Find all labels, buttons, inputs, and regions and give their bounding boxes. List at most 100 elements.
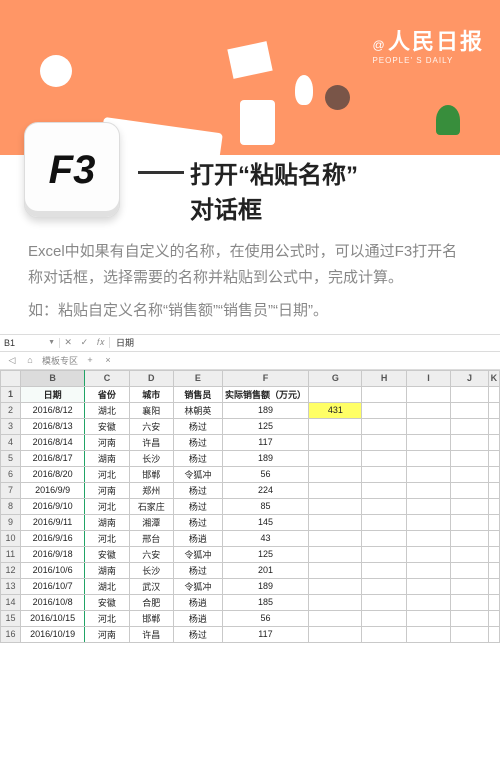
cell[interactable]: 令狐冲 [173,546,222,562]
cell[interactable]: 邯郸 [129,466,173,482]
cell[interactable] [362,402,406,418]
table-row[interactable]: 6 2016/8/20 河北 邯郸 令狐冲 56 [1,466,500,482]
cell[interactable]: 六安 [129,546,173,562]
col-B[interactable]: B [20,370,84,386]
table-row[interactable]: 12 2016/10/6 湖南 长沙 杨过 201 [1,562,500,578]
cell[interactable] [309,530,362,546]
cell[interactable] [406,434,450,450]
cell[interactable] [362,450,406,466]
cell[interactable] [406,626,450,642]
table-row[interactable]: 2 2016/8/12 湖北 襄阳 林朝英 189 431 [1,402,500,418]
row-header[interactable]: 13 [1,578,21,594]
cell[interactable]: 杨过 [173,482,222,498]
table-row[interactable]: 16 2016/10/19 河南 许昌 杨过 117 [1,626,500,642]
cell[interactable] [309,610,362,626]
cell[interactable] [309,498,362,514]
table-row[interactable]: 7 2016/9/9 河南 郑州 杨过 224 [1,482,500,498]
cell[interactable] [309,594,362,610]
cell[interactable] [488,594,499,610]
table-row[interactable]: 11 2016/9/18 安徽 六安 令狐冲 125 [1,546,500,562]
cell[interactable] [309,546,362,562]
cell[interactable]: 林朝英 [173,402,222,418]
row-header[interactable]: 16 [1,626,21,642]
table-row[interactable]: 10 2016/9/16 河北 邢台 杨逍 43 [1,530,500,546]
cell[interactable]: 2016/9/18 [20,546,84,562]
cell[interactable] [451,418,489,434]
cell[interactable]: 河南 [85,626,129,642]
cell[interactable]: 六安 [129,418,173,434]
cell[interactable] [362,434,406,450]
cell[interactable]: 湖北 [85,402,129,418]
table-row[interactable]: 8 2016/9/10 河北 石家庄 杨过 85 [1,498,500,514]
cell[interactable] [451,514,489,530]
row-header[interactable]: 15 [1,610,21,626]
row-header[interactable]: 9 [1,514,21,530]
cancel-icon[interactable]: ✕ [64,337,72,348]
row-header[interactable]: 11 [1,546,21,562]
cell[interactable]: 2016/9/11 [20,514,84,530]
cell[interactable] [451,466,489,482]
col-F[interactable]: F [222,370,308,386]
cell[interactable] [488,434,499,450]
cell[interactable]: 长沙 [129,562,173,578]
name-box[interactable]: B1 ▼ [0,338,60,348]
row-header[interactable]: 4 [1,434,21,450]
cell[interactable] [362,514,406,530]
cell[interactable] [362,562,406,578]
cell[interactable] [451,610,489,626]
cell[interactable] [406,594,450,610]
cell[interactable]: 2016/8/13 [20,418,84,434]
cell[interactable]: 河北 [85,466,129,482]
cell[interactable] [488,546,499,562]
cell[interactable] [406,482,450,498]
cell-result[interactable]: 431 [309,402,362,418]
cell[interactable] [362,386,406,402]
cell[interactable]: 2016/8/17 [20,450,84,466]
cell[interactable] [451,594,489,610]
cell[interactable] [406,466,450,482]
cell[interactable] [488,514,499,530]
table-row[interactable]: 3 2016/8/13 安徽 六安 杨过 125 [1,418,500,434]
cell[interactable] [362,594,406,610]
cell[interactable] [309,482,362,498]
cell[interactable] [451,434,489,450]
row-header[interactable]: 12 [1,562,21,578]
cell[interactable]: 令狐冲 [173,466,222,482]
cell[interactable] [362,530,406,546]
cell[interactable]: 2016/10/15 [20,610,84,626]
cell[interactable]: 2016/10/6 [20,562,84,578]
cell[interactable] [362,498,406,514]
cell[interactable]: 日期 [20,386,84,402]
cell[interactable]: 125 [222,546,308,562]
cell[interactable] [362,610,406,626]
col-G[interactable]: G [309,370,362,386]
cell[interactable]: 145 [222,514,308,530]
cell[interactable]: 杨过 [173,626,222,642]
cell[interactable]: 省份 [85,386,129,402]
cell[interactable]: 杨过 [173,418,222,434]
table-row[interactable]: 15 2016/10/15 河北 邯郸 杨逍 56 [1,610,500,626]
cell[interactable]: 2016/10/7 [20,578,84,594]
col-K[interactable]: K [488,370,499,386]
cell[interactable] [451,498,489,514]
row-header[interactable]: 6 [1,466,21,482]
cell[interactable]: 河北 [85,610,129,626]
cell[interactable] [309,434,362,450]
row-header[interactable]: 10 [1,530,21,546]
cell[interactable] [362,482,406,498]
cell[interactable] [406,498,450,514]
cell[interactable] [488,466,499,482]
cell[interactable]: 2016/8/12 [20,402,84,418]
table-row[interactable]: 9 2016/9/11 湖南 湘潭 杨过 145 [1,514,500,530]
cell[interactable]: 许昌 [129,626,173,642]
cell[interactable]: 湘潭 [129,514,173,530]
fx-icon[interactable]: 𝑓𝑥 [97,337,105,348]
cell[interactable]: 邢台 [129,530,173,546]
cell[interactable]: 杨过 [173,450,222,466]
cell[interactable] [406,546,450,562]
cell[interactable]: 河北 [85,530,129,546]
cell[interactable] [488,578,499,594]
cell[interactable]: 郑州 [129,482,173,498]
row-header[interactable]: 3 [1,418,21,434]
cell[interactable] [406,386,450,402]
